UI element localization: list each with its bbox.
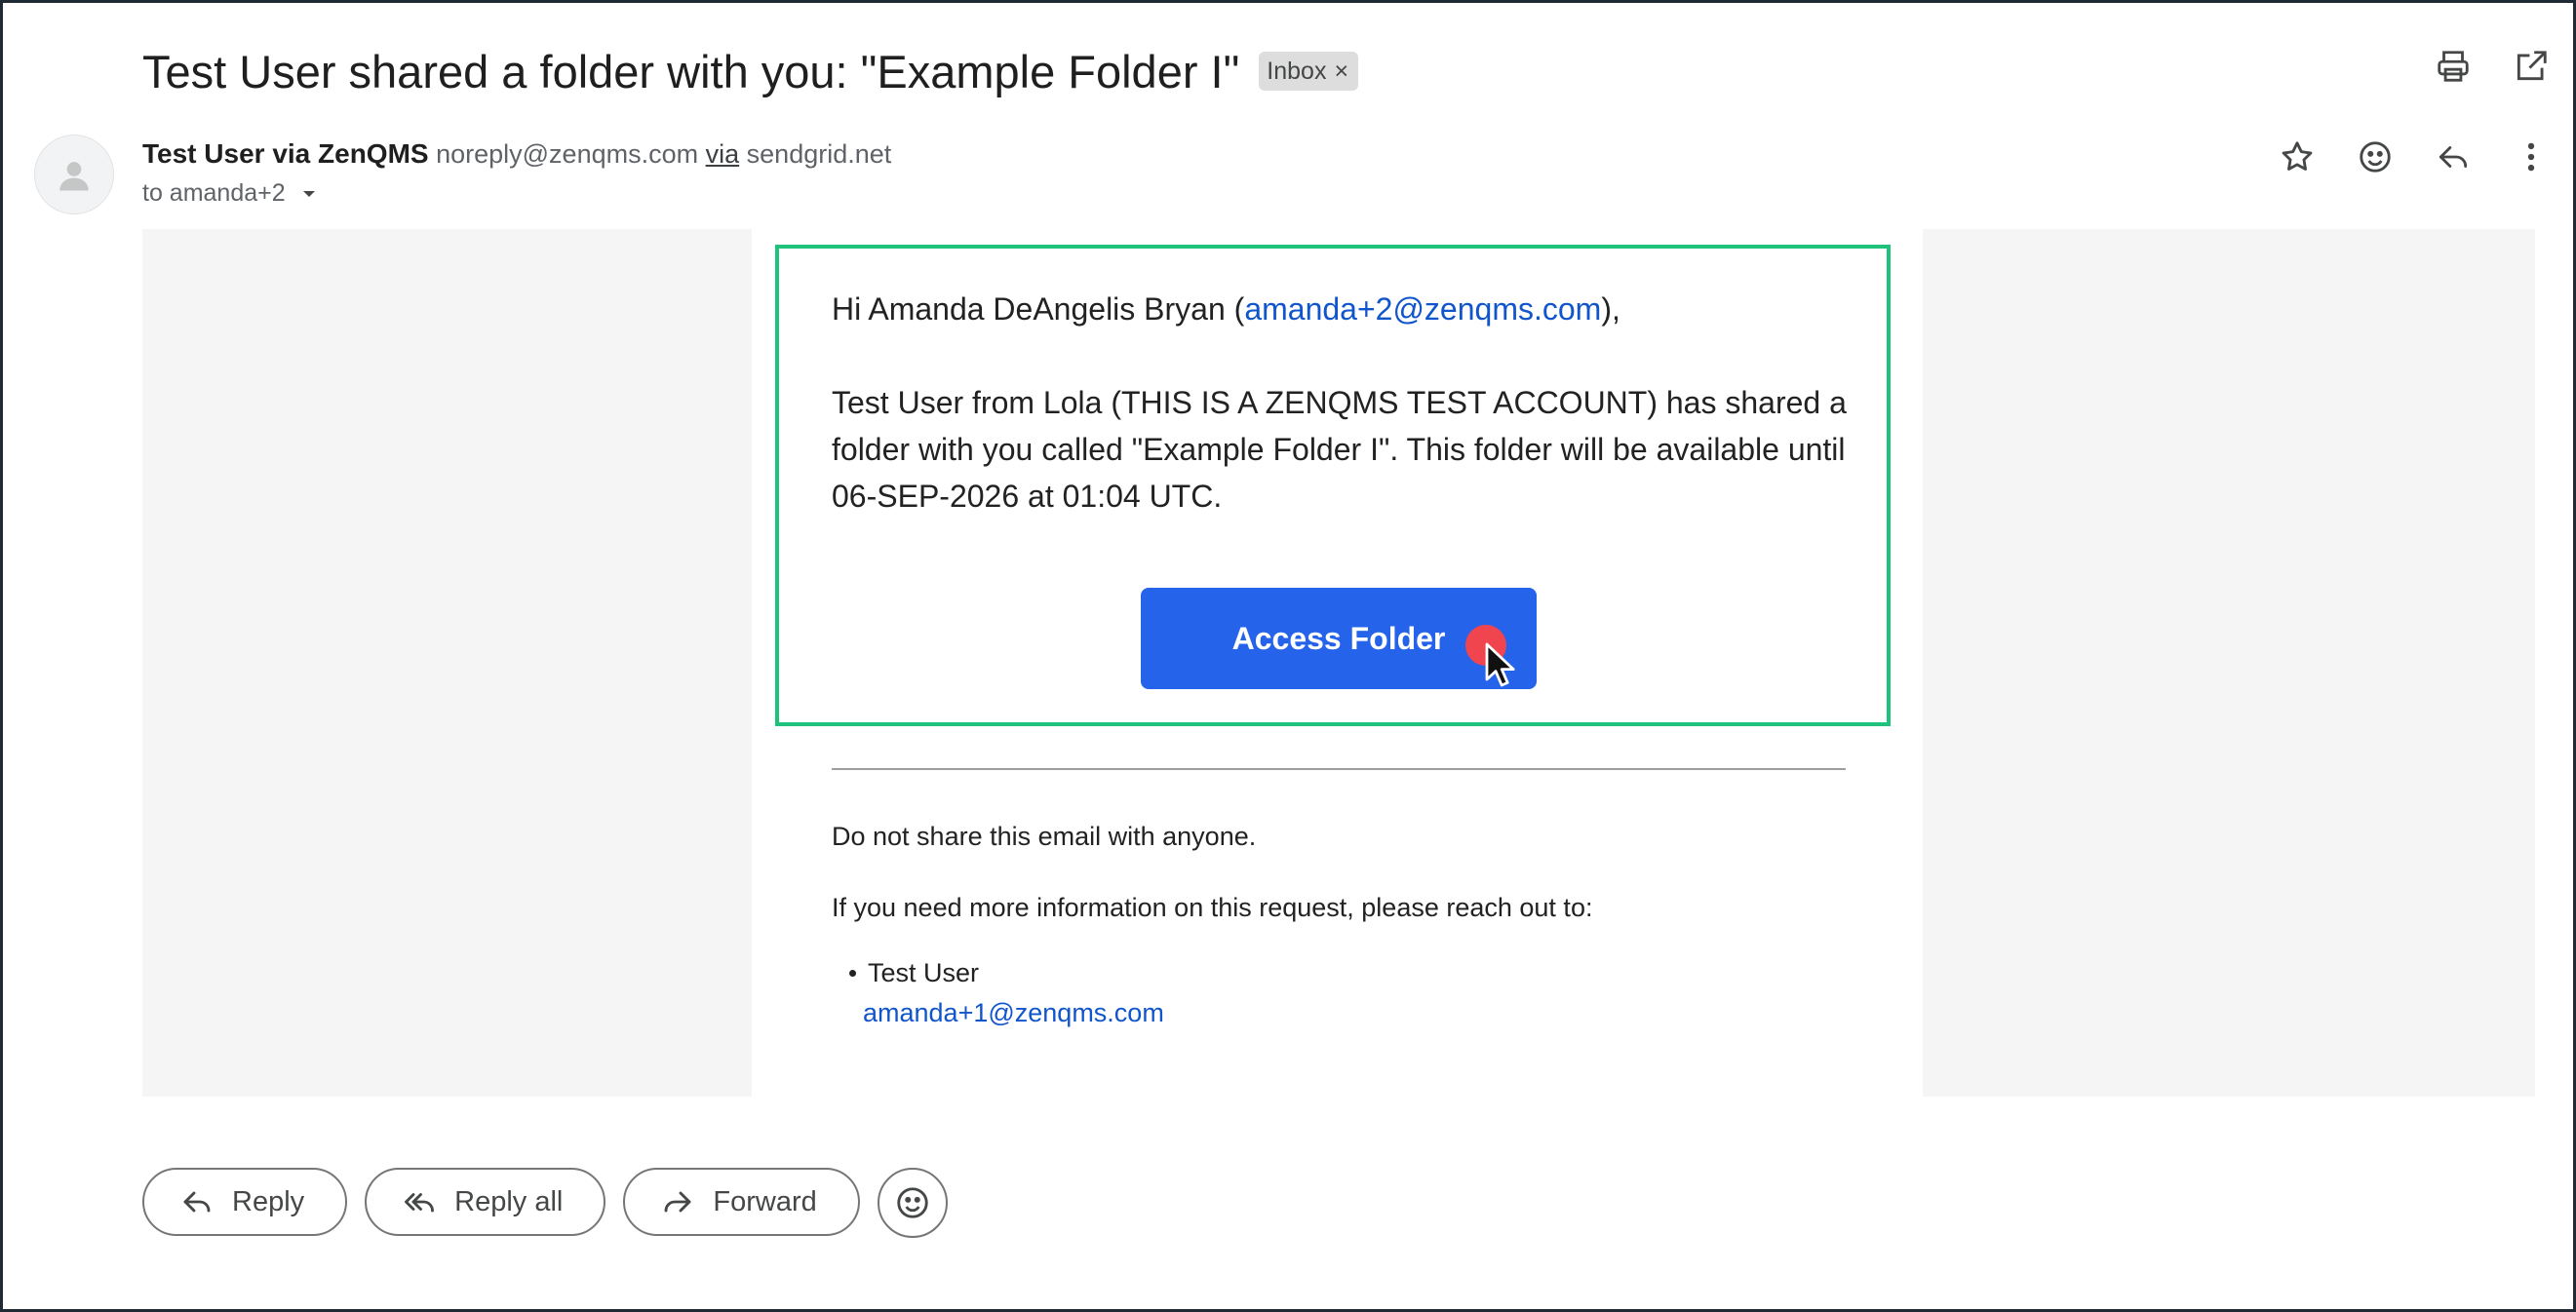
inbox-label-chip[interactable]: Inbox × — [1259, 52, 1359, 91]
email-gutter-left — [142, 229, 752, 1097]
reply-label: Reply — [232, 1185, 305, 1217]
forward-button[interactable]: Forward — [623, 1168, 860, 1236]
forward-icon — [664, 1191, 691, 1213]
email-subject: Test User shared a folder with you: "Exa… — [142, 45, 1240, 97]
avatar — [34, 135, 114, 214]
bottom-actions: Reply Reply all Forward — [142, 1168, 948, 1238]
label-text: Inbox — [1267, 57, 1327, 85]
reply-button[interactable]: Reply — [142, 1168, 348, 1236]
reply-all-button[interactable]: Reply all — [365, 1168, 606, 1236]
star-icon[interactable] — [2277, 136, 2318, 177]
emoji-reaction-button[interactable] — [877, 1168, 948, 1238]
share-message: Test User from Lola (THIS IS A ZENQMS TE… — [832, 385, 1847, 514]
forward-label: Forward — [713, 1185, 817, 1217]
via-domain: sendgrid.net — [746, 139, 892, 169]
do-not-share-notice: Do not share this email with anyone. — [832, 822, 1257, 851]
more-vert-icon[interactable] — [2511, 136, 2552, 177]
sender-line: Test User via ZenQMS noreply@zenqms.com … — [142, 138, 891, 170]
bullet-icon — [849, 970, 856, 977]
sender-name[interactable]: Test User via ZenQMS — [142, 138, 429, 169]
to-text: to amanda+2 — [142, 179, 286, 207]
reply-icon — [183, 1191, 211, 1213]
remove-label-icon[interactable]: × — [1334, 58, 1348, 86]
contact-intro: If you need more information on this req… — [832, 893, 1593, 922]
sender-email: noreply@zenqms.com — [436, 139, 699, 169]
reply-icon[interactable] — [2433, 136, 2474, 177]
email-gutter-right — [1923, 229, 2535, 1097]
reply-all-icon — [405, 1193, 435, 1213]
email-view: Test User shared a folder with you: "Exa… — [3, 3, 2573, 1309]
contact-list-item: Test User — [849, 958, 979, 988]
via-link[interactable]: via — [706, 139, 740, 169]
header-actions — [2277, 136, 2552, 177]
emoji-icon — [897, 1187, 928, 1218]
contact-name: Test User — [868, 958, 980, 987]
greeting: Hi Amanda DeAngelis Bryan (amanda+2@zenq… — [832, 291, 1620, 327]
recipient-email-link[interactable]: amanda+2@zenqms.com — [1244, 291, 1601, 327]
print-icon[interactable] — [2433, 46, 2474, 87]
emoji-icon[interactable] — [2355, 136, 2396, 177]
contact-email-link[interactable]: amanda+1@zenqms.com — [863, 998, 1164, 1028]
content-divider — [832, 768, 1846, 770]
recipients-toggle[interactable]: to amanda+2 — [142, 179, 321, 208]
email-message: Hi Amanda DeAngelis Bryan (amanda+2@zenq… — [832, 286, 1851, 520]
open-in-new-window-icon[interactable] — [2511, 46, 2552, 87]
top-actions — [2433, 46, 2552, 87]
chevron-down-icon[interactable] — [297, 182, 321, 206]
mouse-cursor-icon — [1485, 642, 1515, 687]
person-icon — [59, 162, 89, 191]
reply-all-label: Reply all — [454, 1185, 564, 1217]
subject-row: Test User shared a folder with you: "Exa… — [142, 42, 1359, 100]
